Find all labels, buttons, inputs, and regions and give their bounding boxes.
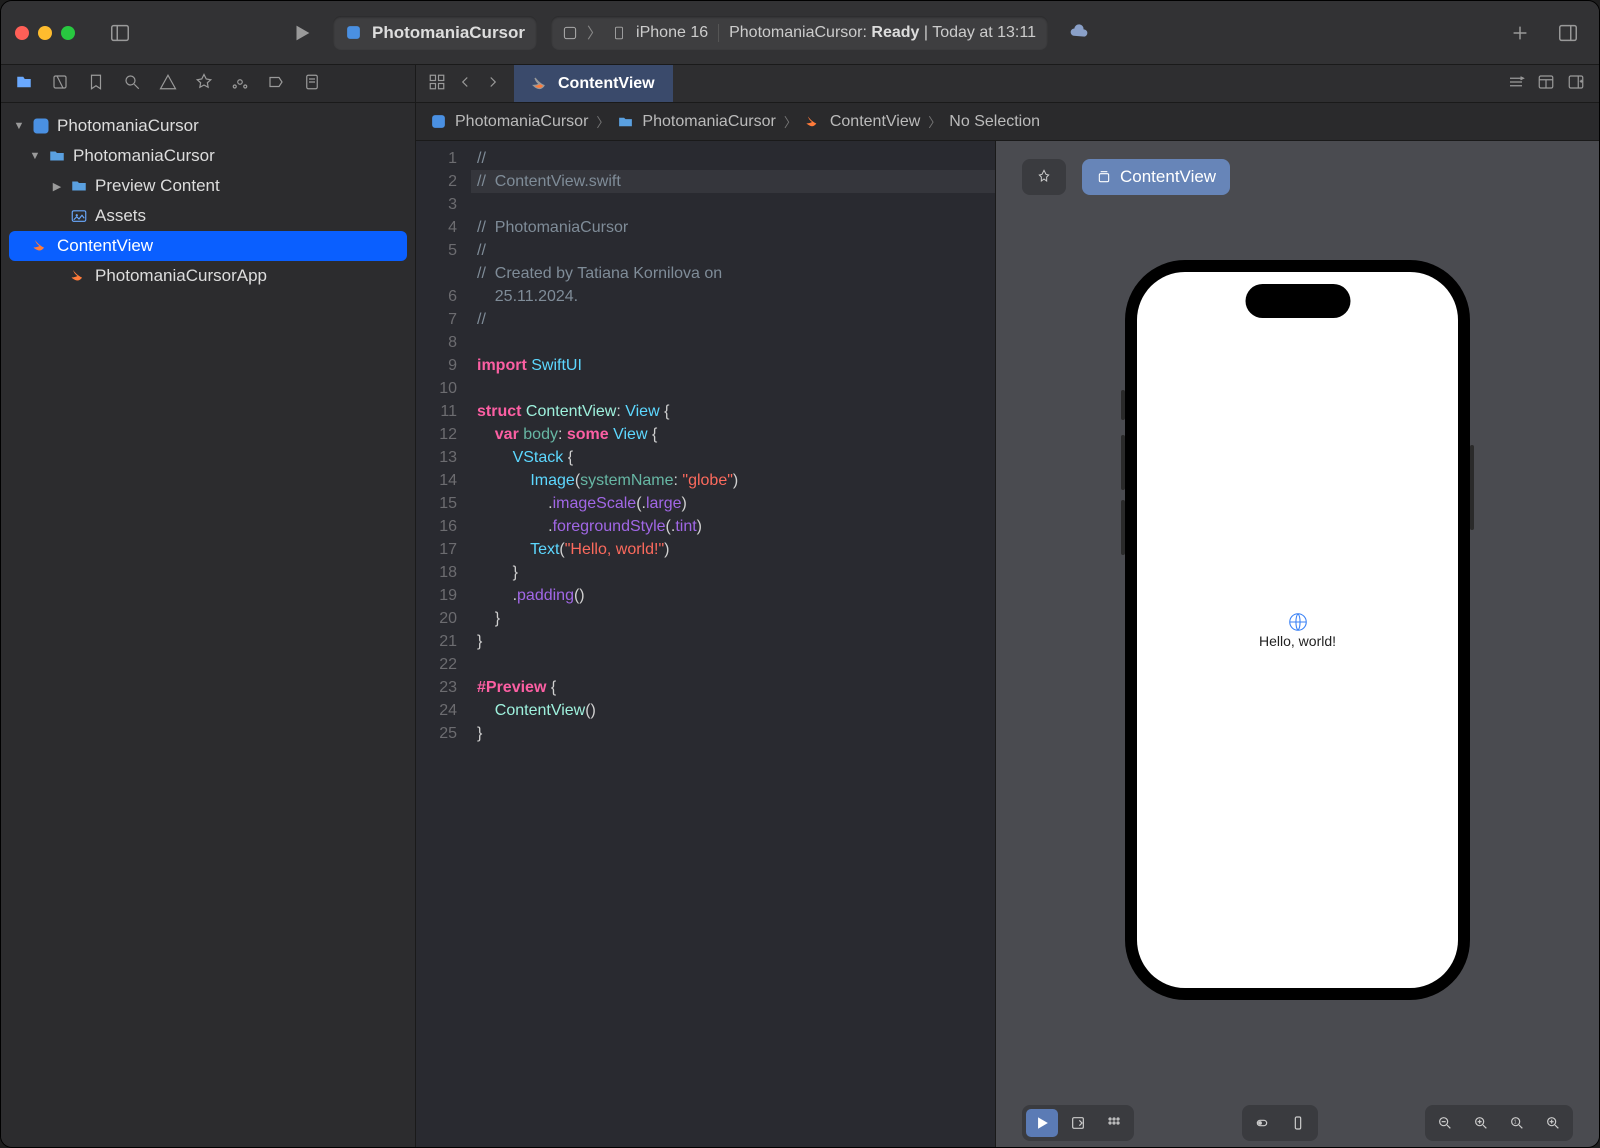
swift-file-icon [805,113,822,130]
svg-text:1: 1 [1514,1120,1517,1126]
project-name: PhotomaniaCursor [372,23,525,43]
app-icon [430,113,447,130]
toggle-inspectors-button[interactable] [1551,16,1585,50]
history-forward-button[interactable] [484,73,502,95]
bookmark-navigator-tab[interactable] [87,73,105,95]
navigator-selector-bar [1,65,415,103]
navigator-area: ▼ PhotomaniaCursor ▼ PhotomaniaCursor ▶ … [1,65,416,1147]
window-toolbar: PhotomaniaCursor 〉 iPhone 16 PhotomaniaC… [1,1,1599,65]
breakpoint-navigator-tab[interactable] [267,73,285,95]
tree-file-swift[interactable]: PhotomaniaCursorApp [1,261,415,291]
find-navigator-tab[interactable] [123,73,141,95]
related-items-button[interactable] [428,73,446,95]
tree-folder[interactable]: ▼ PhotomaniaCursor [1,141,415,171]
preview-device-button[interactable] [1282,1109,1314,1137]
code-content[interactable]: // // ContentView.swift // PhotomaniaCur… [471,141,995,1147]
preview-text: Hello, world! [1259,633,1336,649]
zoom-actual-button[interactable]: 1 [1501,1109,1533,1137]
tree-file-swift[interactable]: ContentView [9,231,407,261]
folder-icon [69,176,89,196]
disclosure-triangle[interactable]: ▼ [29,150,41,162]
canvas-controls: 1 [996,1099,1599,1147]
play-icon [291,22,313,44]
line-gutter: 12345 6789101112131415161718192021222324… [416,141,471,1147]
iphone-icon [612,23,626,43]
cloud-status-button[interactable] [1062,16,1096,50]
tab-label: ContentView [558,75,655,93]
run-destination[interactable]: 〉 iPhone 16 PhotomaniaCursor: Ready | To… [551,16,1048,50]
zoom-out-button[interactable] [1429,1109,1461,1137]
selectable-preview-button[interactable] [1062,1109,1094,1137]
close-window-button[interactable] [15,26,29,40]
tree-label: PhotomaniaCursor [73,146,215,166]
device-frame[interactable]: Hello, world! [1125,260,1470,1000]
run-button[interactable] [285,16,319,50]
sidebar-right-icon [1557,22,1579,44]
device-label: iPhone 16 [636,24,708,42]
jump-segment[interactable]: PhotomaniaCursor [455,113,588,131]
zoom-window-button[interactable] [61,26,75,40]
sidebar-left-icon [109,22,131,44]
swift-file-icon [69,266,89,286]
zoom-fit-button[interactable] [1465,1109,1497,1137]
source-control-navigator-tab[interactable] [51,73,69,95]
tree-label: Assets [95,206,146,226]
source-editor[interactable]: 12345 6789101112131415161718192021222324… [416,141,996,1147]
cloud-icon [1068,22,1090,44]
tree-folder[interactable]: ▶ Preview Content [1,171,415,201]
xcodeproj-icon [31,116,51,136]
app-icon [345,24,362,41]
traffic-lights [15,26,75,40]
report-navigator-tab[interactable] [303,73,321,95]
rectangle-stack-icon [1096,169,1112,185]
jump-segment[interactable]: No Selection [949,113,1040,131]
debug-navigator-tab[interactable] [231,73,249,95]
toggle-navigator-button[interactable] [103,16,137,50]
folder-icon [617,113,634,130]
library-button[interactable] [1503,16,1537,50]
project-navigator-tree: ▼ PhotomaniaCursor ▼ PhotomaniaCursor ▶ … [1,103,415,1147]
editor-tab[interactable]: ContentView [514,65,673,102]
editor-options-button[interactable] [1507,73,1525,95]
assets-icon [69,206,89,226]
plus-icon [1509,22,1531,44]
jump-bar[interactable]: PhotomaniaCursor 〉 PhotomaniaCursor 〉 Co… [416,103,1599,141]
adjust-editor-button[interactable] [1537,73,1555,95]
jump-segment[interactable]: ContentView [830,113,920,131]
variants-button[interactable] [1098,1109,1130,1137]
disclosure-triangle[interactable]: ▶ [51,180,63,193]
folder-icon [47,146,67,166]
issue-navigator-tab[interactable] [159,73,177,95]
device-screen: Hello, world! [1137,272,1458,988]
tree-label: ContentView [57,236,153,256]
history-back-button[interactable] [456,73,474,95]
preview-selector[interactable]: ContentView [1082,159,1230,195]
globe-icon [1287,611,1309,633]
tree-label: Preview Content [95,176,220,196]
device-settings-button[interactable] [1246,1109,1278,1137]
swift-file-icon [532,75,550,93]
build-status: PhotomaniaCursor: Ready | Today at 13:11 [729,24,1036,42]
tree-project-root[interactable]: ▼ PhotomaniaCursor [1,111,415,141]
editor-tab-bar: ContentView [416,65,1599,103]
tree-label: PhotomaniaCursorApp [95,266,267,286]
scheme-selector[interactable]: PhotomaniaCursor [333,16,537,50]
swift-file-icon [31,236,51,256]
pin-preview-button[interactable] [1022,159,1066,195]
minimize-window-button[interactable] [38,26,52,40]
project-navigator-tab[interactable] [15,73,33,95]
add-editor-button[interactable] [1567,73,1585,95]
tree-file-assets[interactable]: Assets [1,201,415,231]
scheme-app-icon [563,26,577,40]
preview-name: ContentView [1120,167,1216,187]
disclosure-triangle[interactable]: ▼ [13,120,25,132]
tree-label: PhotomaniaCursor [57,116,199,136]
preview-canvas: ContentView Hello, world! [996,141,1599,1147]
zoom-in-button[interactable] [1537,1109,1569,1137]
dynamic-island [1245,284,1350,318]
jump-segment[interactable]: PhotomaniaCursor [642,113,775,131]
test-navigator-tab[interactable] [195,73,213,95]
pin-icon [1036,169,1052,185]
live-preview-button[interactable] [1026,1109,1058,1137]
